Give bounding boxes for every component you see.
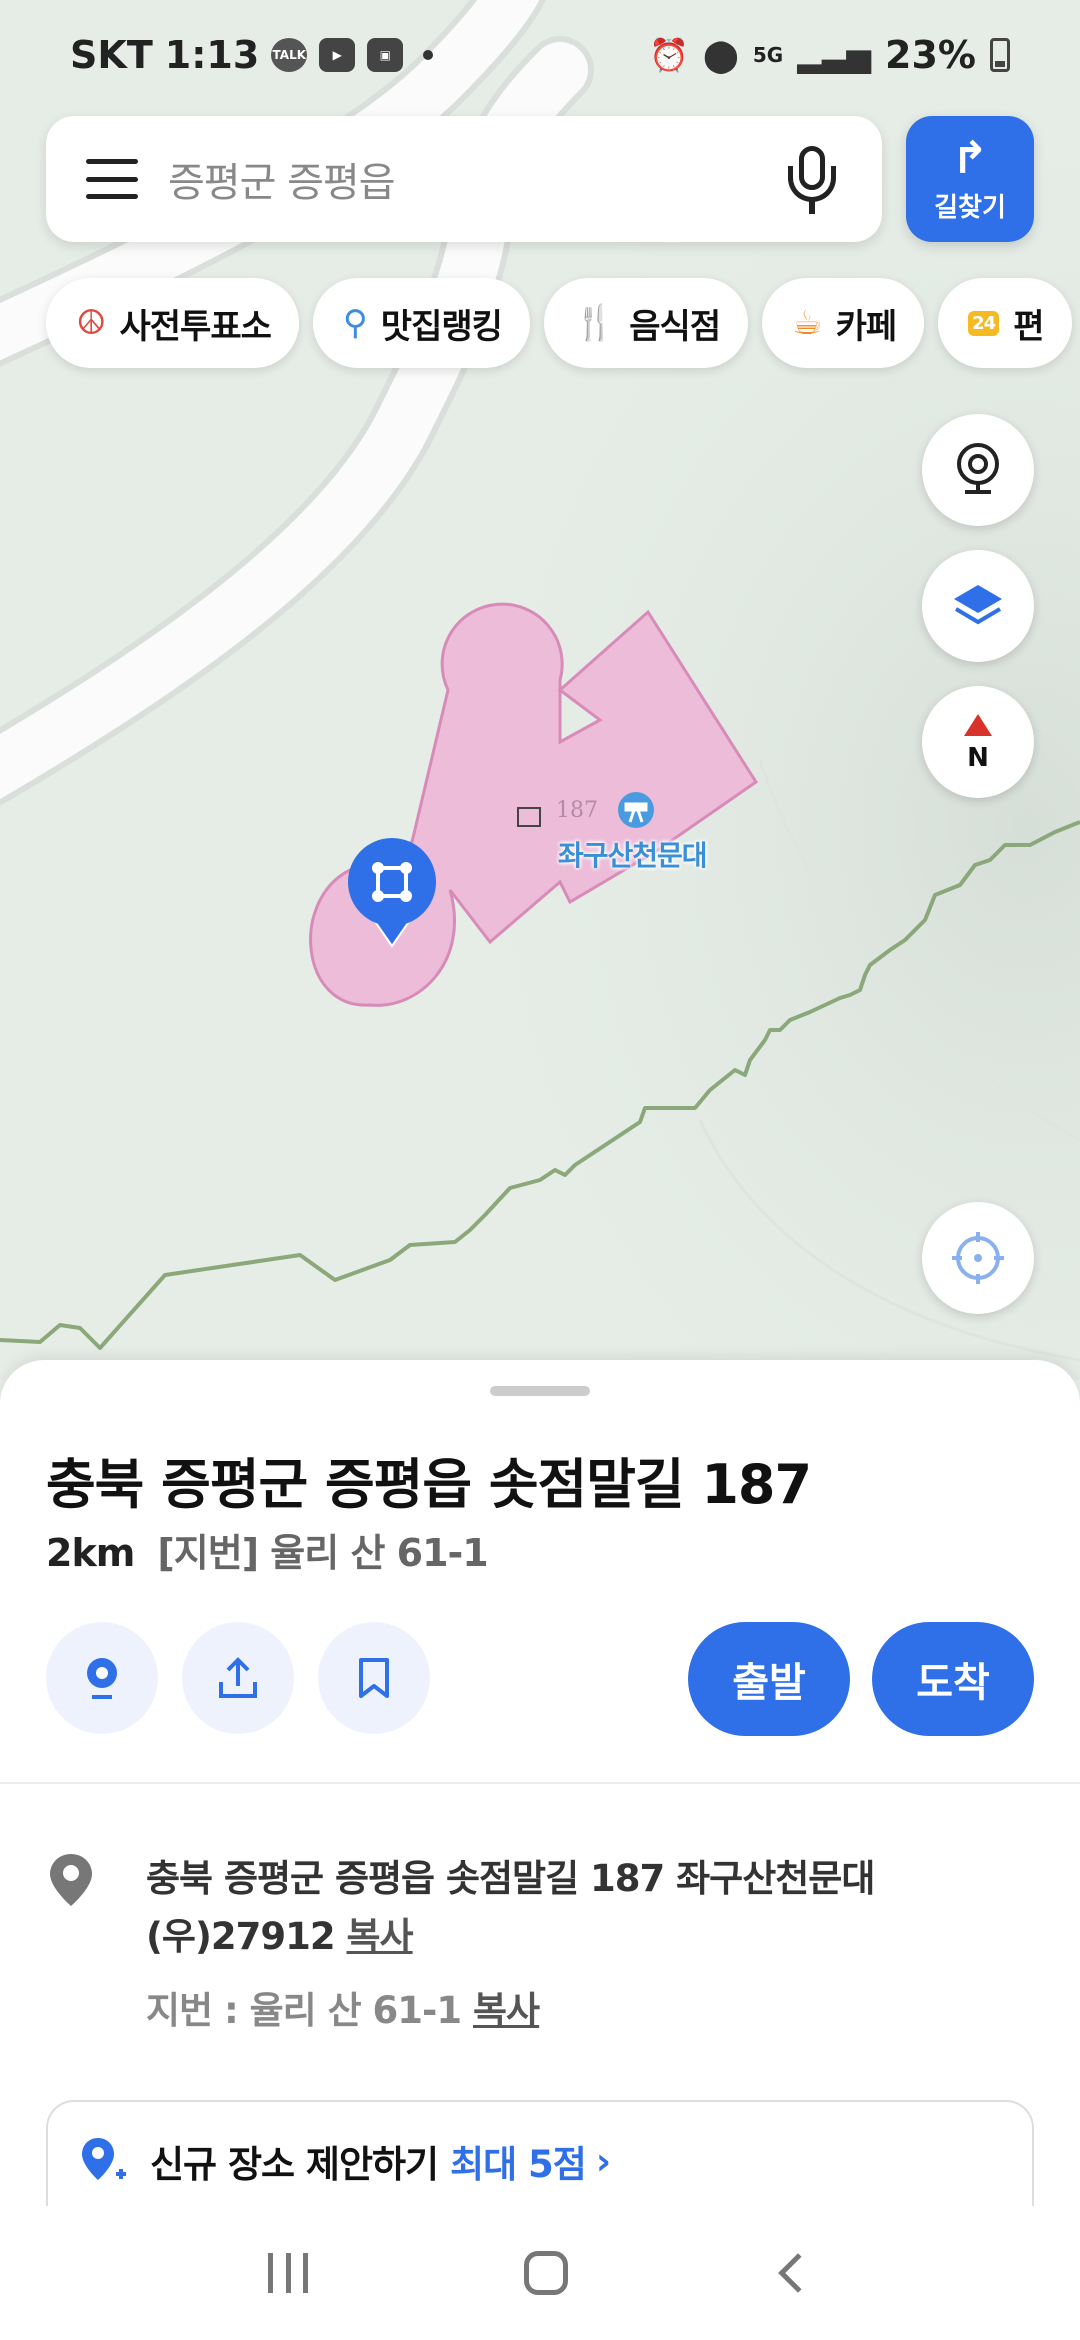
copy-jibun-button[interactable]: 복사 — [473, 1989, 540, 2032]
selected-marker-head — [348, 838, 436, 926]
chip-restaurant-ranking[interactable]: ⚲ 맛집랭킹 — [312, 278, 530, 368]
compass-north-icon: N — [964, 714, 992, 772]
svg-text:N: N — [967, 743, 989, 772]
more-notifications-dot — [423, 50, 434, 60]
youtube-icon: ▶ — [319, 38, 356, 72]
signal-icon: ▂▃▅ — [797, 36, 872, 74]
microphone-icon[interactable] — [782, 144, 842, 214]
chevron-right-icon: › — [595, 2139, 611, 2183]
bookmark-icon — [359, 1658, 389, 1698]
sheet-drag-handle[interactable] — [490, 1386, 590, 1396]
bookmark-button[interactable] — [318, 1622, 430, 1734]
address-number-label: 187 — [556, 798, 598, 823]
chip-label: 음식점 — [629, 306, 721, 347]
distance: 2km — [46, 1531, 135, 1575]
fork-knife-icon: 🍴 — [573, 303, 616, 343]
jibun-summary: [지번] 율리 산 61-1 — [157, 1531, 488, 1575]
chip-label: 맛집랭킹 — [380, 306, 503, 347]
share-button[interactable] — [182, 1622, 294, 1734]
carrier-label: SKT — [70, 33, 153, 77]
battery-icon — [990, 38, 1010, 72]
24h-store-icon: 24 — [968, 310, 1000, 336]
suggest-max-points: 최대 5점 — [450, 2143, 587, 2186]
ballot-icon: ☮ — [76, 303, 107, 343]
poi-label[interactable]: 좌구산천문대 — [558, 834, 708, 874]
turn-arrow-icon: ↱ — [951, 132, 989, 184]
depart-button[interactable]: 출발 — [688, 1622, 850, 1736]
divider — [0, 1782, 1080, 1784]
location-pin-icon — [50, 1854, 92, 1906]
place-subinfo: 2km [지번] 율리 산 61-1 — [46, 1522, 489, 1577]
menu-icon[interactable] — [86, 159, 138, 199]
location-icon: ⬤ — [703, 36, 739, 74]
address-text: 충북 증평군 증평읍 솟점말길 187 좌구산천문대 (우)27912 — [146, 1857, 875, 1958]
copy-address-button[interactable]: 복사 — [346, 1915, 413, 1958]
status-bar: SKT 1:13 TALK ▶ ▣ ⏰ ⬤ 5G ▂▃▅ 23% — [0, 0, 1080, 110]
chip-label: 편 — [1013, 306, 1044, 347]
chip-restaurant[interactable]: 🍴 음식점 — [543, 278, 749, 368]
street-view-shortcut-button[interactable] — [46, 1622, 158, 1734]
place-title: 충북 증평군 증평읍 솟점말길 187 — [46, 1453, 812, 1516]
share-icon — [219, 1657, 257, 1698]
search-input[interactable]: 증평군 증평읍 — [168, 150, 782, 208]
street-view-icon — [87, 1658, 117, 1699]
street-view-icon — [957, 443, 999, 494]
battery-percent: 23% — [885, 33, 976, 77]
add-location-icon — [82, 2138, 126, 2180]
compass-button[interactable]: N — [922, 686, 1034, 798]
directions-button[interactable]: ↱ 길찾기 — [906, 116, 1034, 242]
category-chips: ☮ 사전투표소 ⚲ 맛집랭킹 🍴 음식점 ☕ 카페 24 편 — [46, 278, 1072, 368]
search-bar[interactable]: 증평군 증평읍 — [46, 116, 882, 242]
chip-label: 사전투표소 — [119, 306, 271, 347]
layers-icon — [954, 585, 1002, 625]
chip-cafe[interactable]: ☕ 카페 — [762, 278, 925, 368]
gallery-icon: ▣ — [367, 38, 404, 72]
system-nav-bar — [0, 2206, 1080, 2340]
map-pin-laurel-icon: ⚲ — [342, 303, 368, 343]
directions-label: 길찾기 — [934, 192, 1006, 223]
chip-label: 카페 — [835, 306, 898, 347]
chip-early-voting[interactable]: ☮ 사전투표소 — [46, 278, 299, 368]
network-type: 5G — [752, 43, 784, 67]
alarm-icon: ⏰ — [649, 36, 690, 74]
street-view-button[interactable] — [922, 414, 1034, 526]
coffee-cup-icon: ☕ — [792, 303, 823, 343]
place-bottom-sheet[interactable]: 충북 증평군 증평읍 솟점말길 187 2km [지번] 율리 산 61-1 출… — [0, 1360, 1080, 2340]
full-address: 충북 증평군 증평읍 솟점말길 187 좌구산천문대 (우)27912 복사 — [146, 1850, 1026, 1966]
map-layers-button[interactable] — [922, 550, 1034, 662]
clock: 1:13 — [164, 33, 260, 77]
crosshair-icon — [952, 1232, 1004, 1284]
arrive-button[interactable]: 도착 — [872, 1622, 1034, 1736]
suggest-label: 신규 장소 제안하기 — [150, 2143, 439, 2186]
my-location-button[interactable] — [922, 1202, 1034, 1314]
jibun-text: 지번 : 율리 산 61-1 — [146, 1989, 462, 2032]
chip-convenience-store[interactable]: 24 편 — [938, 278, 1072, 368]
home-button[interactable] — [524, 2251, 568, 2295]
kakaotalk-icon: TALK — [271, 38, 308, 72]
recent-apps-button[interactable] — [268, 2253, 308, 2293]
back-button[interactable] — [778, 2253, 818, 2293]
suggest-new-place-button[interactable]: 신규 장소 제안하기 최대 5점 › — [46, 2100, 1034, 2220]
jibun-address: 지번 : 율리 산 61-1 복사 — [146, 1980, 540, 2034]
